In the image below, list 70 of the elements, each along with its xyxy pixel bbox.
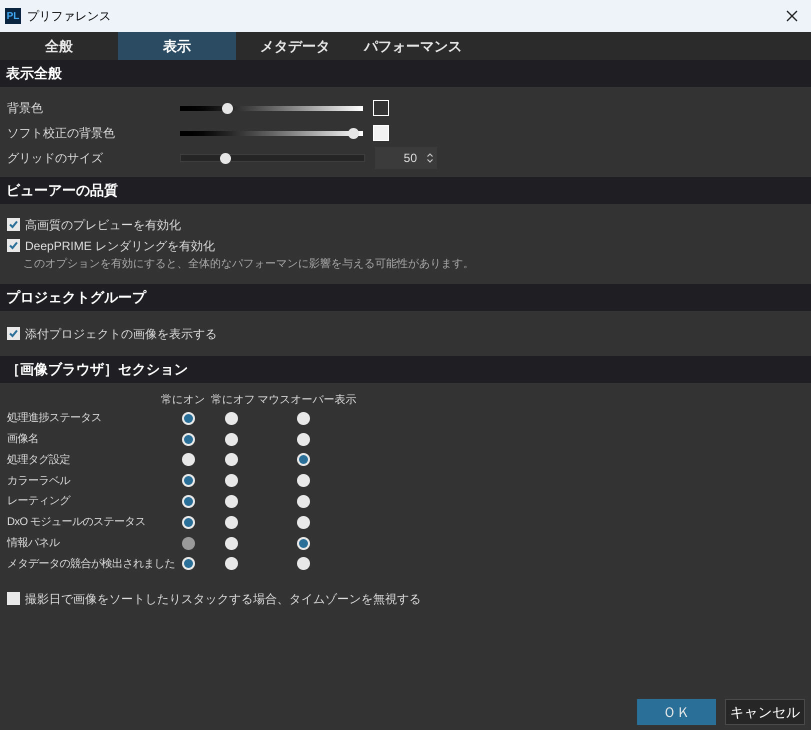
slider-label: 背景色 — [7, 100, 44, 117]
slider[interactable] — [180, 152, 365, 164]
radio-button[interactable] — [182, 432, 194, 446]
radio-button[interactable] — [224, 516, 238, 529]
cancel-button[interactable]: キャンセル — [725, 699, 805, 725]
radio-button[interactable] — [296, 536, 310, 550]
checkbox-label: 高画質のプレビューを有効化 — [25, 216, 181, 234]
radio-button[interactable] — [296, 516, 310, 529]
ok-button[interactable]: ＯＫ — [637, 699, 716, 725]
gradient-slider[interactable] — [180, 127, 363, 139]
checkbox-label: 撮影日で画像をソートしたりスタックする場合、タイムゾーンを無視する — [25, 590, 421, 608]
radio-button[interactable] — [182, 474, 194, 488]
radio-button[interactable] — [296, 557, 310, 570]
radio-button[interactable] — [296, 453, 310, 466]
row-label: メタデータの競合が検出されました — [7, 556, 176, 572]
checkbox-label: 添付プロジェクトの画像を表示する — [25, 326, 217, 342]
section-header: 表示全般 — [0, 60, 811, 87]
row-label: カラーラベル — [7, 474, 72, 489]
row-label: 処理タグ設定 — [7, 452, 71, 468]
radio-button[interactable] — [182, 495, 194, 508]
up-down-icon[interactable] — [427, 153, 433, 163]
radio-button[interactable] — [182, 516, 194, 529]
row-label: 情報パネル — [7, 536, 61, 551]
tab[interactable]: パフォーマンス — [354, 32, 472, 60]
checkbox-label: DeepPRIME レンダリングを有効化 — [25, 238, 216, 254]
column-header: 常にオン — [160, 392, 206, 408]
checkbox[interactable] — [7, 592, 20, 606]
radio-button[interactable] — [224, 412, 238, 425]
radio-button[interactable] — [182, 557, 194, 570]
tab[interactable]: 表示 — [118, 32, 236, 60]
slider-thumb[interactable] — [348, 128, 360, 138]
radio-button[interactable] — [296, 412, 310, 425]
window-title: プリファレンス — [27, 8, 111, 25]
row-label: 処理進捗ステータス — [7, 411, 102, 426]
radio-button[interactable] — [296, 474, 310, 488]
radio-button[interactable] — [224, 495, 238, 508]
section-header: プロジェクトグループ — [0, 284, 811, 311]
slider-label: ソフト校正の背景色 — [7, 125, 116, 142]
radio-button[interactable] — [182, 412, 194, 425]
close-icon — [786, 10, 798, 22]
radio-button[interactable] — [296, 432, 310, 446]
tab[interactable]: メタデータ — [236, 32, 354, 60]
spinner-value: 50 — [404, 150, 417, 167]
number-spinner[interactable]: 50 — [375, 147, 437, 169]
app-logo: PL — [5, 8, 21, 24]
row-label: 画像名 — [7, 432, 40, 447]
radio-button[interactable] — [224, 474, 238, 488]
row-label: レーティング — [7, 494, 72, 510]
slider-thumb[interactable] — [222, 102, 233, 114]
checkbox[interactable] — [7, 218, 20, 231]
radio-button[interactable] — [224, 453, 238, 466]
checkbox[interactable] — [7, 327, 20, 340]
gradient-slider[interactable] — [180, 102, 363, 114]
tab[interactable]: 全般 — [0, 32, 118, 60]
radio-button[interactable] — [224, 557, 238, 570]
color-swatch[interactable] — [373, 125, 389, 141]
section-header: ［画像ブラウザ］セクション — [0, 356, 811, 383]
radio-button[interactable] — [182, 453, 194, 466]
column-header: 常にオフ — [210, 392, 256, 408]
column-header: マウスオーバー表示 — [257, 392, 357, 408]
slider-label: グリッドのサイズ — [7, 150, 104, 167]
description-text: このオプションを有効にすると、全体的なパフォーマンに影響を与える可能性があります。 — [22, 256, 475, 272]
color-swatch[interactable] — [373, 100, 389, 116]
row-label: DxO モジュールのステータス — [7, 515, 147, 530]
radio-button[interactable] — [224, 432, 238, 446]
section-header: ビューアーの品質 — [0, 177, 811, 204]
radio-button[interactable] — [224, 536, 238, 550]
slider-thumb[interactable] — [220, 152, 232, 164]
radio-button[interactable] — [296, 495, 310, 508]
checkbox[interactable] — [7, 239, 20, 252]
